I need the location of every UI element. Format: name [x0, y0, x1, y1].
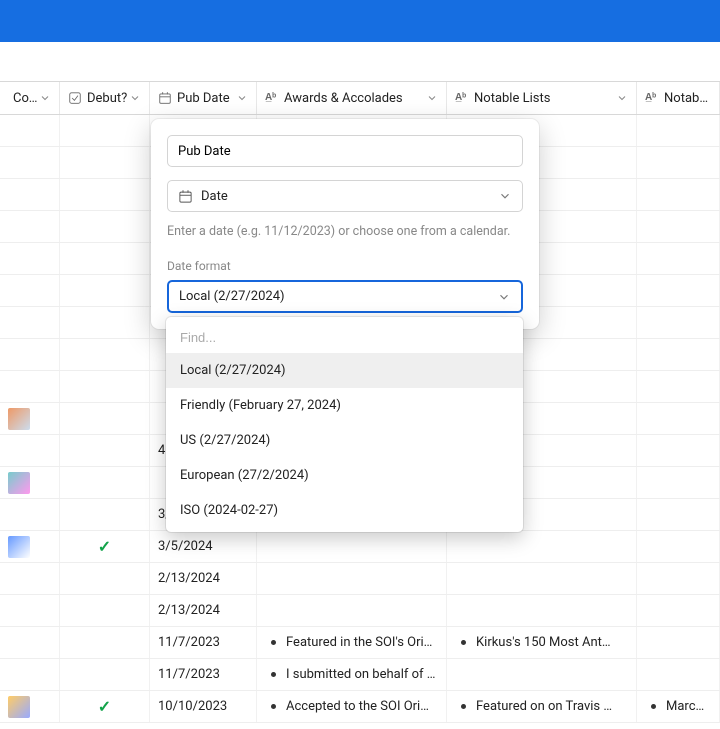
column-header-cover[interactable]: Cover: [0, 82, 60, 114]
longtext-icon: A̲ᵇ: [265, 93, 279, 103]
lists-cell[interactable]: Featured on on Travis …: [447, 691, 637, 722]
awards-cell[interactable]: I submitted on behalf of …: [257, 659, 447, 690]
dropdown-option-iso[interactable]: ISO (2024-02-27): [166, 493, 523, 528]
awards-cell[interactable]: Accepted to the SOI Ori…: [257, 691, 447, 722]
pub-date-cell[interactable]: 2/13/2024: [150, 563, 257, 594]
column-header-label: Awards & Accolades: [279, 91, 426, 106]
pub-date-cell[interactable]: 3/5/2024: [150, 531, 257, 562]
bullet-icon: [651, 704, 656, 709]
column-headers: Cover Debut? Pub Date A̲ᵇ Awards & Accol…: [0, 81, 720, 115]
column-header-label: Notable Ever: [659, 91, 711, 106]
dropdown-option-us[interactable]: US (2/27/2024): [166, 423, 523, 458]
column-header-events[interactable]: A̲ᵇ Notable Ever: [637, 82, 720, 114]
pub-date-cell[interactable]: 10/10/2023: [150, 691, 257, 722]
app-banner: [0, 0, 720, 42]
longtext-icon: A̲ᵇ: [455, 93, 469, 103]
chevron-down-icon: [129, 92, 141, 104]
date-format-dropdown: Local (2/27/2024) Friendly (February 27,…: [166, 317, 523, 532]
longtext-icon: A̲ᵇ: [645, 93, 659, 103]
chevron-down-icon: [616, 92, 628, 104]
field-type-select[interactable]: Date: [167, 180, 523, 212]
cover-thumbnail: [8, 696, 30, 718]
dropdown-option-local[interactable]: Local (2/27/2024): [166, 353, 523, 388]
chevron-down-icon: [236, 92, 248, 104]
bullet-icon: [271, 672, 276, 677]
debut-checkmark: ✓: [68, 697, 141, 716]
field-help-text: Enter a date (e.g. 11/12/2023) or choose…: [167, 224, 523, 239]
pub-date-cell[interactable]: 11/7/2023: [150, 659, 257, 690]
date-format-selected: Local (2/27/2024): [179, 289, 497, 304]
awards-cell[interactable]: Featured in the SOI's Ori…: [257, 627, 447, 658]
events-cell[interactable]: March 31, 2: [637, 691, 720, 722]
column-header-label: Cover: [8, 91, 39, 106]
calendar-icon: [178, 189, 193, 204]
pub-date-cell[interactable]: 2/13/2024: [150, 595, 257, 626]
bullet-icon: [461, 704, 466, 709]
table-row[interactable]: ✓ 3/5/2024: [0, 531, 720, 563]
bullet-icon: [271, 640, 276, 645]
table-row[interactable]: 11/7/2023 I submitted on behalf of …: [0, 659, 720, 691]
calendar-icon: [158, 91, 172, 105]
table-row[interactable]: ✓ 10/10/2023 Accepted to the SOI Ori… Fe…: [0, 691, 720, 723]
column-header-debut[interactable]: Debut?: [60, 82, 150, 114]
cover-thumbnail: [8, 536, 30, 558]
dropdown-option-european[interactable]: European (27/2/2024): [166, 458, 523, 493]
dropdown-find-input[interactable]: [166, 321, 523, 353]
table-row[interactable]: 11/7/2023 Featured in the SOI's Ori… Kir…: [0, 627, 720, 659]
column-header-pub-date[interactable]: Pub Date: [150, 82, 257, 114]
chevron-down-icon: [498, 189, 512, 203]
table-row[interactable]: 2/13/2024: [0, 595, 720, 627]
date-format-label: Date format: [167, 259, 523, 273]
table-row[interactable]: 2/13/2024: [0, 563, 720, 595]
column-header-label: Notable Lists: [469, 91, 616, 106]
cover-thumbnail: [8, 408, 30, 430]
lists-cell[interactable]: Kirkus's 150 Most Ant…: [447, 627, 637, 658]
field-config-popover: Date Enter a date (e.g. 11/12/2023) or c…: [151, 119, 539, 329]
chevron-down-icon: [426, 92, 438, 104]
chevron-down-icon: [497, 290, 511, 304]
chevron-down-icon: [39, 92, 51, 104]
column-header-lists[interactable]: A̲ᵇ Notable Lists: [447, 82, 637, 114]
column-header-label: Pub Date: [172, 91, 236, 106]
field-type-label: Date: [193, 189, 498, 204]
checkbox-icon: [68, 91, 82, 105]
date-format-select[interactable]: Local (2/27/2024): [167, 280, 523, 313]
cover-thumbnail: [8, 472, 30, 494]
bullet-icon: [271, 704, 276, 709]
column-header-awards[interactable]: A̲ᵇ Awards & Accolades: [257, 82, 447, 114]
column-header-label: Debut?: [82, 91, 129, 106]
dropdown-option-friendly[interactable]: Friendly (February 27, 2024): [166, 388, 523, 423]
pub-date-cell[interactable]: 11/7/2023: [150, 627, 257, 658]
debut-checkmark: ✓: [68, 537, 141, 556]
bullet-icon: [461, 640, 466, 645]
field-name-input[interactable]: [167, 135, 523, 167]
